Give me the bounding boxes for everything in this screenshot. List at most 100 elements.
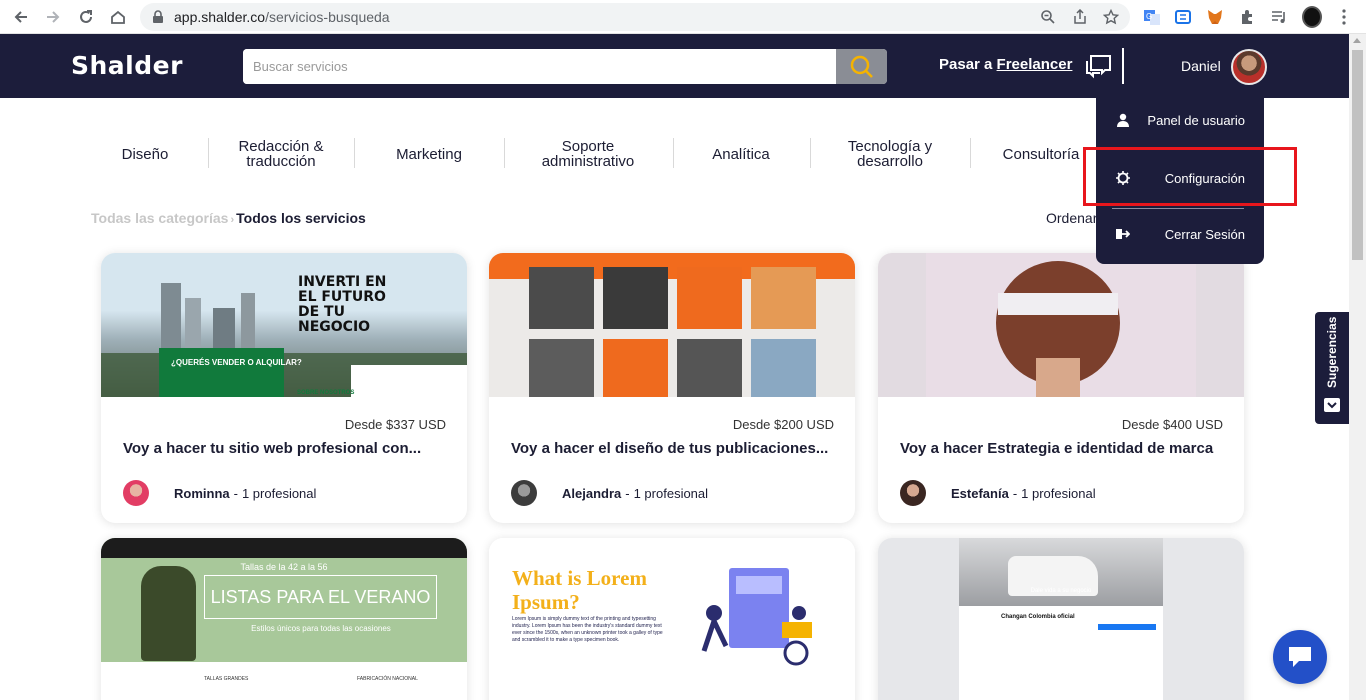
service-image: ¿QUERÉS VENDER O ALQUILAR? SOBRE NOSOTRO…: [101, 253, 467, 397]
svg-text:G: G: [1146, 12, 1152, 21]
card4-ad-feature-1: TALLAS GRANDES: [204, 676, 249, 682]
service-image: [489, 253, 855, 397]
seller-name[interactable]: Rominna: [174, 486, 230, 501]
messages-icon[interactable]: [1084, 53, 1112, 84]
card1-ad-subtitle: ¿QUERÉS VENDER O ALQUILAR?: [171, 358, 302, 367]
switch-link-text: Freelancer: [996, 56, 1073, 73]
service-card[interactable]: Desde $200 USD Voy a hacer el diseño de …: [489, 253, 855, 523]
service-image: What is Lorem Ipsum? Lorem Ipsum is simp…: [489, 538, 855, 700]
metamask-fox-icon[interactable]: [1205, 7, 1225, 27]
breadcrumb-parent[interactable]: Todas las categorías: [91, 210, 228, 226]
service-title[interactable]: Voy a hacer tu sitio web profesional con…: [123, 440, 421, 457]
seller-dash: -: [233, 485, 238, 501]
menu-item-user-panel[interactable]: Panel de usuario: [1096, 105, 1264, 135]
lock-icon: [152, 10, 164, 28]
profile-icon[interactable]: [1302, 6, 1322, 28]
search-input[interactable]: [243, 49, 836, 84]
share-icon[interactable]: [1072, 8, 1088, 25]
sort-dropdown[interactable]: Ordenar: [1046, 210, 1097, 226]
service-image: [878, 253, 1244, 397]
category-divider: [504, 138, 505, 168]
service-title[interactable]: Voy a hacer Estrategia e identidad de ma…: [900, 440, 1213, 457]
inbox-icon: [1324, 398, 1340, 412]
service-card[interactable]: ¿QUERÉS VENDER O ALQUILAR? SOBRE NOSOTRO…: [101, 253, 467, 523]
translate-extension-icon[interactable]: G: [1142, 7, 1162, 27]
service-card[interactable]: Tallas de la 42 a la 56 LISTAS PARA EL V…: [101, 538, 467, 700]
zoom-icon[interactable]: [1040, 9, 1056, 25]
reader-extension-icon[interactable]: [1173, 7, 1193, 27]
bookmark-star-icon[interactable]: [1102, 8, 1120, 25]
card4-ad-feature-2: FABRICACIÓN NACIONAL: [357, 676, 418, 682]
category-marketing[interactable]: Marketing: [368, 128, 490, 180]
home-icon[interactable]: [107, 6, 129, 28]
category-soporte[interactable]: Soporte administrativo: [518, 128, 658, 180]
seller-dash: -: [625, 485, 630, 501]
switch-to-freelancer-link[interactable]: Pasar a Freelancer: [939, 56, 1072, 73]
logout-icon: [1115, 226, 1131, 242]
card1-ad-headline: INVERTI EN EL FUTURO DE TU NEGOCIO: [298, 274, 387, 335]
category-divider: [673, 138, 674, 168]
address-bar[interactable]: app.shalder.co/servicios-busqueda: [140, 3, 1130, 31]
search-icon: [850, 55, 873, 78]
category-consultoria[interactable]: Consultoría: [986, 128, 1096, 180]
user-name[interactable]: Daniel: [1181, 58, 1221, 74]
category-divider: [354, 138, 355, 168]
switch-prefix: Pasar a: [939, 56, 997, 73]
menu-kebab-icon[interactable]: [1334, 7, 1354, 27]
category-tecnologia[interactable]: Tecnología y desarrollo: [826, 128, 954, 180]
url-path: /servicios-busqueda: [265, 9, 390, 25]
scroll-up-icon[interactable]: [1353, 38, 1361, 43]
service-price: Desde $200 USD: [732, 417, 834, 432]
seller-avatar[interactable]: [900, 480, 926, 506]
user-avatar[interactable]: [1231, 49, 1267, 85]
seller-dash: -: [1012, 485, 1018, 501]
service-price: Desde $400 USD: [1121, 417, 1223, 432]
menu-label: Cerrar Sesión: [1164, 226, 1245, 242]
forward-icon[interactable]: [42, 6, 64, 28]
search-button[interactable]: [836, 49, 887, 84]
seller-info: Alejandra -1 profesional: [511, 480, 708, 506]
category-divider: [810, 138, 811, 168]
card6-ad-tagline: Dale vida a su negocio: [1030, 588, 1092, 594]
media-queue-icon[interactable]: [1269, 7, 1289, 27]
seller-count: 1 profesional: [633, 485, 709, 501]
url-text: app.shalder.co/servicios-busqueda: [174, 9, 390, 25]
back-icon[interactable]: [10, 6, 32, 28]
url-host: app.shalder.co: [174, 9, 266, 25]
seller-count: 1 profesional: [241, 485, 317, 501]
category-divider: [208, 138, 209, 168]
service-search: [243, 49, 887, 84]
breadcrumb: Todas las categorías › Todos los servicios: [91, 210, 366, 226]
chat-bubble-icon: [1289, 647, 1311, 667]
breadcrumb-chevron-icon: ›: [230, 214, 235, 226]
suggestions-label: Sugerencias: [1325, 316, 1339, 388]
menu-item-logout[interactable]: Cerrar Sesión: [1096, 219, 1264, 249]
scroll-thumb[interactable]: [1352, 50, 1363, 260]
seller-avatar[interactable]: [511, 480, 537, 506]
page-scrollbar[interactable]: [1349, 34, 1366, 700]
reload-icon[interactable]: [75, 6, 97, 28]
card5-ad-headline: What is Lorem Ipsum?: [512, 566, 647, 614]
category-nav: Diseño Redacción & traducción Marketing …: [90, 128, 1230, 180]
category-diseno[interactable]: Diseño: [90, 128, 200, 180]
suggestions-tab[interactable]: Sugerencias: [1315, 312, 1349, 424]
service-card[interactable]: What is Lorem Ipsum? Lorem Ipsum is simp…: [489, 538, 855, 700]
seller-name[interactable]: Estefanía: [951, 486, 1009, 501]
seller-name[interactable]: Alejandra: [562, 486, 621, 501]
chat-button[interactable]: [1273, 630, 1327, 684]
card4-ad-subtitle: Estilos únicos para todas las ocasiones: [251, 624, 391, 633]
settings-highlight-box: [1083, 147, 1297, 206]
service-title[interactable]: Voy a hacer el diseño de tus publicacion…: [511, 440, 828, 457]
shalder-logo[interactable]: Shalder: [71, 51, 183, 80]
category-redaccion[interactable]: Redacción & traducción: [218, 128, 344, 180]
category-analitica[interactable]: Analítica: [686, 128, 796, 180]
seller-count: 1 profesional: [1021, 485, 1096, 501]
seller-avatar[interactable]: [123, 480, 149, 506]
browser-toolbar: app.shalder.co/servicios-busqueda G: [0, 0, 1366, 34]
card4-ad-headline: LISTAS PARA EL VERANO: [204, 575, 437, 619]
menu-label: Panel de usuario: [1147, 112, 1245, 128]
extensions-puzzle-icon[interactable]: [1237, 7, 1257, 27]
service-image: Dale vida a su negocio Changan Colombia …: [878, 538, 1244, 700]
service-card[interactable]: Desde $400 USD Voy a hacer Estrategia e …: [878, 253, 1244, 523]
service-card[interactable]: Dale vida a su negocio Changan Colombia …: [878, 538, 1244, 700]
